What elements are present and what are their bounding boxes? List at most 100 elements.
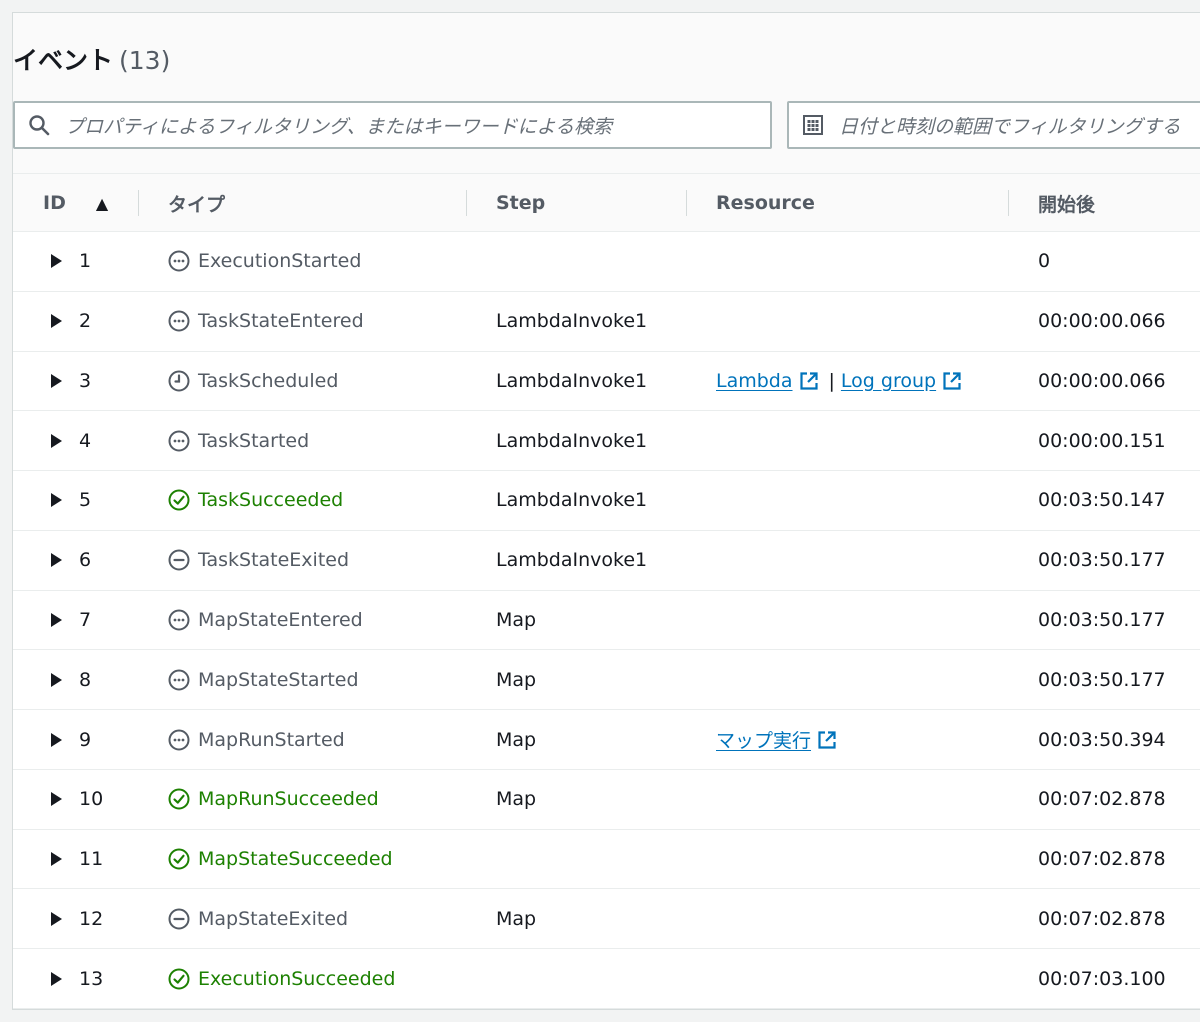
event-type: MapStateEntered <box>168 591 363 650</box>
table-row[interactable]: 11 MapStateSucceeded 00:07:02.878 <box>13 830 1200 890</box>
property-filter-input[interactable]: プロパティによるフィルタリング、またはキーワードによる検索 <box>13 101 772 149</box>
calendar-icon <box>801 113 825 137</box>
sort-ascending-icon[interactable]: ▲ <box>96 194 108 213</box>
event-type: MapStateSucceeded <box>168 830 393 889</box>
expand-row-toggle[interactable] <box>51 232 73 291</box>
expand-row-toggle[interactable] <box>51 471 73 530</box>
expand-row-toggle[interactable] <box>51 650 73 709</box>
link-separator: | <box>828 369 835 392</box>
event-type-label: MapStateExited <box>198 907 349 930</box>
table-row[interactable]: 7 MapStateEntered Map 00:03:50.177 <box>13 591 1200 651</box>
expand-row-toggle[interactable] <box>51 710 73 769</box>
event-id: 7 <box>79 608 92 631</box>
event-type: TaskStateEntered <box>168 292 364 351</box>
column-header-elapsed[interactable]: 開始後 <box>1038 174 1095 232</box>
event-id: 3 <box>79 369 92 392</box>
event-elapsed-time: 00:07:02.878 <box>1038 788 1166 811</box>
caret-right-icon <box>51 553 62 568</box>
event-type-label: TaskStateExited <box>198 549 350 572</box>
column-divider <box>1008 190 1009 216</box>
event-id: 11 <box>79 848 104 871</box>
column-divider <box>138 190 139 216</box>
column-header-resource-label: Resource <box>716 192 815 214</box>
column-header-elapsed-label: 開始後 <box>1038 193 1096 216</box>
event-elapsed-time: 00:07:02.878 <box>1038 907 1166 930</box>
check-circle-icon <box>168 489 190 511</box>
table-row[interactable]: 8 MapStateStarted Map 00:03:50.177 <box>13 650 1200 711</box>
event-step: LambdaInvoke1 <box>496 429 648 452</box>
table-row[interactable]: 10 MapRunSucceeded Map 00:07:02.878 <box>13 770 1200 830</box>
event-type: MapStateExited <box>168 889 348 948</box>
check-circle-icon <box>168 788 190 810</box>
table-row[interactable]: 6 TaskStateExited LambdaInvoke1 00:03:50.17… <box>13 531 1200 591</box>
table-row[interactable]: 2 TaskStateEntered LambdaInvoke1 00:00:00.0… <box>13 292 1200 352</box>
event-type-label: MapStateStarted <box>198 668 359 691</box>
event-type-label: TaskScheduled <box>198 369 339 392</box>
events-title: イベント <box>13 46 114 75</box>
event-resource: Lambda | Log group <box>716 352 966 411</box>
expand-row-toggle[interactable] <box>51 352 73 411</box>
map-run-link[interactable]: マップ実行 <box>716 726 811 753</box>
caret-right-icon <box>51 971 62 986</box>
expand-row-toggle[interactable] <box>51 531 73 590</box>
info-dots-icon <box>168 430 190 452</box>
event-type: MapRunStarted <box>168 710 345 769</box>
event-step: Map <box>496 728 537 751</box>
caret-right-icon <box>51 852 62 867</box>
caret-right-icon <box>51 612 62 627</box>
column-header-type[interactable]: タイプ <box>168 174 225 232</box>
expand-row-toggle[interactable] <box>51 830 73 889</box>
check-circle-icon <box>168 848 190 870</box>
events-table: ID ▲ タイプ Step Resource 開始後 1 ExecutionSta… <box>13 173 1200 1009</box>
event-elapsed-time: 00:03:50.147 <box>1038 489 1166 512</box>
caret-right-icon <box>51 672 62 687</box>
expand-row-toggle[interactable] <box>51 889 73 948</box>
minus-circle-icon <box>168 908 190 930</box>
event-type-label: ExecutionStarted <box>198 250 362 273</box>
column-header-step[interactable]: Step <box>496 174 545 232</box>
property-filter-placeholder: プロパティによるフィルタリング、またはキーワードによる検索 <box>65 115 613 138</box>
check-circle-icon <box>168 968 190 990</box>
column-header-id-label: ID <box>43 192 66 214</box>
events-header: イベント (13) <box>13 41 170 77</box>
clock-icon <box>168 370 190 392</box>
expand-row-toggle[interactable] <box>51 411 73 470</box>
table-row[interactable]: 5 TaskSucceeded LambdaInvoke1 00:03:50.147 <box>13 471 1200 531</box>
table-header: ID ▲ タイプ Step Resource 開始後 <box>13 173 1200 232</box>
event-id: 8 <box>79 668 92 691</box>
event-elapsed-time: 0 <box>1038 250 1051 273</box>
table-row[interactable]: 4 TaskStarted LambdaInvoke1 00:00:00.151 <box>13 411 1200 472</box>
event-step: Map <box>496 788 537 811</box>
event-type: MapRunSucceeded <box>168 770 379 829</box>
date-range-filter-input[interactable]: 日付と時刻の範囲でフィルタリングする <box>787 101 1200 149</box>
expand-row-toggle[interactable] <box>51 591 73 650</box>
event-type: ExecutionStarted <box>168 232 361 291</box>
column-divider <box>686 190 687 216</box>
table-row[interactable]: 3 TaskScheduled LambdaInvoke1 Lambda | Log gr… <box>13 352 1200 412</box>
expand-row-toggle[interactable] <box>51 292 73 351</box>
column-header-resource[interactable]: Resource <box>716 174 815 232</box>
event-type: ExecutionSucceeded <box>168 949 395 1008</box>
event-type: TaskScheduled <box>168 352 338 411</box>
expand-row-toggle[interactable] <box>51 949 73 1008</box>
table-row[interactable]: 13 ExecutionSucceeded 00:07:03.100 <box>13 949 1200 1009</box>
caret-right-icon <box>51 373 62 388</box>
column-header-id[interactable]: ID ▲ <box>43 174 108 232</box>
expand-row-toggle[interactable] <box>51 770 73 829</box>
event-type-label: MapRunSucceeded <box>198 788 379 811</box>
log-group-link[interactable]: Log group <box>841 370 936 392</box>
caret-right-icon <box>51 493 62 508</box>
event-id: 12 <box>79 907 104 930</box>
event-elapsed-time: 00:03:50.177 <box>1038 608 1166 631</box>
event-id: 10 <box>79 788 104 811</box>
table-row[interactable]: 1 ExecutionStarted 0 <box>13 232 1200 292</box>
caret-right-icon <box>51 433 62 448</box>
caret-right-icon <box>51 732 62 747</box>
table-row[interactable]: 9 MapRunStarted Map マップ実行 00:03:50.394 <box>13 710 1200 770</box>
info-dots-icon <box>168 310 190 332</box>
event-step: Map <box>496 608 537 631</box>
lambda-link[interactable]: Lambda <box>716 370 793 392</box>
table-row[interactable]: 12 MapStateExited Map 00:07:02.878 <box>13 889 1200 950</box>
event-id: 13 <box>79 967 104 990</box>
event-elapsed-time: 00:00:00.066 <box>1038 310 1166 333</box>
